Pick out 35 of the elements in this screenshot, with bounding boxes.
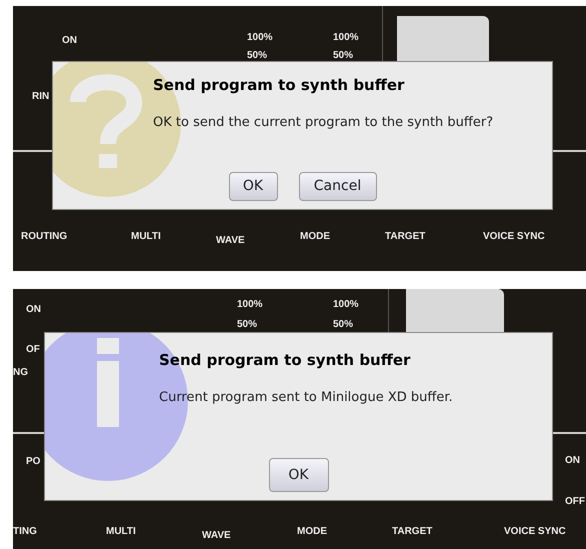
- dialog-title: Send program to synth buffer: [159, 350, 410, 371]
- cancel-button[interactable]: Cancel: [298, 172, 376, 201]
- control-label: 50%: [247, 51, 268, 61]
- dialog-title: Send program to synth buffer: [153, 75, 404, 96]
- control-label: RIN: [32, 92, 50, 102]
- control-label: 100%: [237, 300, 263, 310]
- control-label: 100%: [333, 33, 359, 43]
- control-label: ON: [26, 305, 41, 315]
- control-label: 50%: [333, 51, 354, 61]
- control-label: MULTI: [106, 527, 136, 537]
- control-label: TARGET: [385, 232, 426, 242]
- ok-button[interactable]: OK: [228, 172, 278, 201]
- control-label: ON: [62, 36, 77, 46]
- dialog-message: OK to send the current program to the synth buffer?: [153, 114, 494, 132]
- control-label: ON: [565, 456, 580, 466]
- control-label: WAVE: [202, 531, 231, 541]
- ok-button[interactable]: OK: [268, 458, 328, 492]
- control-label: VOICE SYNC: [504, 527, 566, 537]
- control-label: TARGET: [392, 527, 432, 537]
- control-label: 50%: [333, 320, 354, 330]
- control-label: 100%: [333, 300, 359, 310]
- control-label: MODE: [300, 232, 330, 242]
- control-label: VOICE SYNC: [483, 232, 545, 242]
- control-label: OFF: [565, 497, 585, 507]
- control-label: MODE: [297, 527, 327, 537]
- control-label: TING: [13, 527, 37, 537]
- control-label: OF: [26, 345, 40, 355]
- control-label: PO: [26, 457, 40, 467]
- dialog-message: Current program sent to Minilogue XD buffer.: [159, 388, 453, 406]
- control-label: ROUTING: [21, 232, 68, 242]
- control-label: 100%: [247, 33, 273, 43]
- control-label: NG: [13, 368, 28, 378]
- control-label: MULTI: [131, 232, 161, 242]
- control-label: 50%: [237, 320, 258, 330]
- control-label: WAVE: [216, 236, 245, 246]
